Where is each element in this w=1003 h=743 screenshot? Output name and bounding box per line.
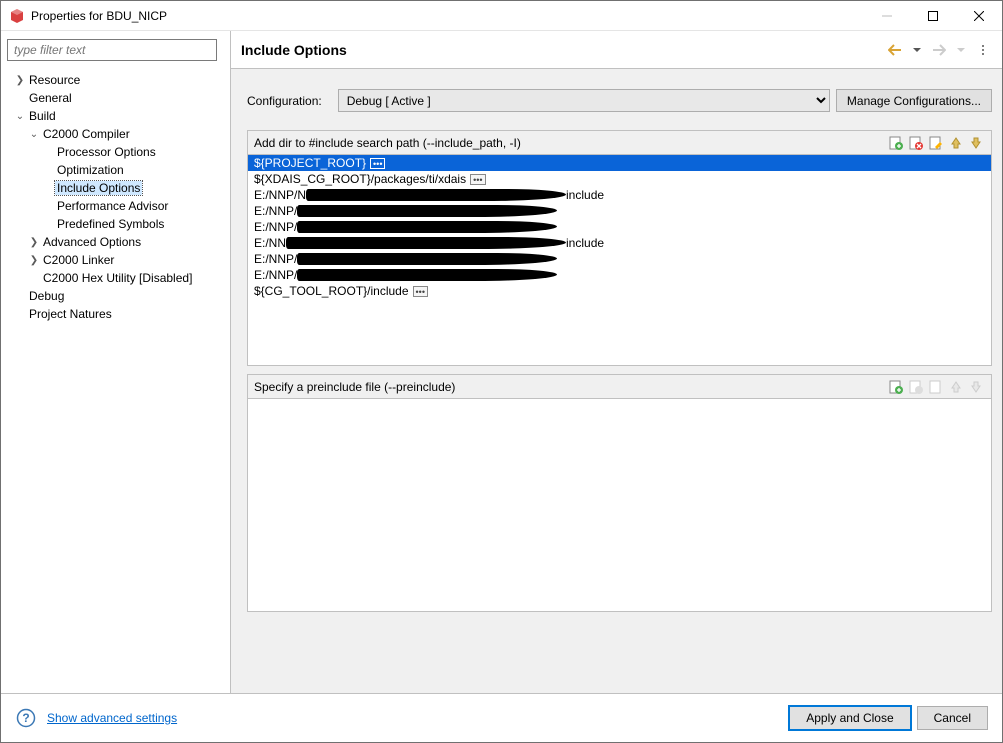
minimize-button[interactable]	[864, 1, 910, 30]
filter-input[interactable]	[7, 39, 217, 61]
tree-c2000-linker[interactable]: ❯C2000 Linker	[7, 251, 224, 269]
tree-include-options[interactable]: Include Options	[7, 179, 224, 197]
chevron-down-icon: ⌄	[30, 129, 38, 140]
tree-performance-advisor[interactable]: Performance Advisor	[7, 197, 224, 215]
tree-build[interactable]: ⌄Build	[7, 107, 224, 125]
manage-configurations-button[interactable]: Manage Configurations...	[836, 89, 992, 112]
tree-advanced-options[interactable]: ❯Advanced Options	[7, 233, 224, 251]
tree-debug[interactable]: Debug	[7, 287, 224, 305]
tree-predefined-symbols[interactable]: Predefined Symbols	[7, 215, 224, 233]
chevron-right-icon: ❯	[30, 255, 38, 266]
tree-general[interactable]: General	[7, 89, 224, 107]
list-item[interactable]: E:/NNP/	[248, 219, 991, 235]
add-button[interactable]	[887, 378, 905, 396]
category-tree: ❯Resource General ⌄Build ⌄C2000 Compiler…	[7, 67, 224, 685]
include-path-list[interactable]: ${PROJECT_ROOT}•••${XDAIS_CG_ROOT}/packa…	[248, 155, 991, 365]
chevron-down-icon: ⌄	[16, 111, 24, 122]
tree-optimization[interactable]: Optimization	[7, 161, 224, 179]
chevron-right-icon: ❯	[30, 237, 38, 248]
list-item[interactable]: ${PROJECT_ROOT}•••	[248, 155, 991, 171]
cancel-button[interactable]: Cancel	[917, 706, 988, 730]
maximize-button[interactable]	[910, 1, 956, 30]
nav-back-button[interactable]	[886, 41, 904, 59]
view-menu-button[interactable]	[974, 41, 992, 59]
tree-resource[interactable]: ❯Resource	[7, 71, 224, 89]
sidebar: ❯Resource General ⌄Build ⌄C2000 Compiler…	[1, 31, 231, 694]
include-path-title: Add dir to #include search path (--inclu…	[254, 136, 887, 150]
tree-processor-options[interactable]: Processor Options	[7, 143, 224, 161]
advanced-settings-link[interactable]: Show advanced settings	[47, 711, 783, 725]
nav-back-menu[interactable]	[908, 41, 926, 59]
list-item[interactable]: E:/NNP/	[248, 203, 991, 219]
nav-forward-button[interactable]	[930, 41, 948, 59]
configuration-select[interactable]: Debug [ Active ]	[338, 89, 830, 112]
titlebar: Properties for BDU_NICP	[1, 1, 1002, 31]
move-down-button[interactable]	[967, 378, 985, 396]
preinclude-title: Specify a preinclude file (--preinclude)	[254, 380, 887, 394]
list-item[interactable]: E:/NNinclude	[248, 235, 991, 251]
edit-button[interactable]	[927, 134, 945, 152]
help-icon[interactable]: ?	[15, 707, 37, 729]
include-path-panel: Add dir to #include search path (--inclu…	[247, 130, 992, 366]
button-bar: ? Show advanced settings Apply and Close…	[1, 694, 1002, 742]
nav-forward-menu[interactable]	[952, 41, 970, 59]
tree-hex-utility[interactable]: C2000 Hex Utility [Disabled]	[7, 269, 224, 287]
list-item[interactable]: ${CG_TOOL_ROOT}/include•••	[248, 283, 991, 299]
edit-button[interactable]	[927, 378, 945, 396]
move-up-button[interactable]	[947, 378, 965, 396]
page-header: Include Options	[231, 31, 1002, 69]
preinclude-list[interactable]	[248, 399, 991, 611]
tree-c2000-compiler[interactable]: ⌄C2000 Compiler	[7, 125, 224, 143]
add-button[interactable]	[887, 134, 905, 152]
move-up-button[interactable]	[947, 134, 965, 152]
tree-project-natures[interactable]: Project Natures	[7, 305, 224, 323]
configuration-label: Configuration:	[247, 94, 322, 108]
list-item[interactable]: E:/NNP/	[248, 267, 991, 283]
list-item[interactable]: E:/NNP/Ninclude	[248, 187, 991, 203]
main-pane: Include Options Configuration: Debug [ A…	[231, 31, 1002, 694]
properties-dialog: Properties for BDU_NICP ❯Resource Genera…	[0, 0, 1003, 743]
close-button[interactable]	[956, 1, 1002, 30]
list-item[interactable]: E:/NNP/	[248, 251, 991, 267]
preinclude-panel: Specify a preinclude file (--preinclude)	[247, 374, 992, 612]
list-item[interactable]: ${XDAIS_CG_ROOT}/packages/ti/xdais•••	[248, 171, 991, 187]
window-title: Properties for BDU_NICP	[31, 9, 864, 23]
app-icon	[9, 8, 25, 24]
apply-close-button[interactable]: Apply and Close	[789, 706, 910, 730]
window-buttons	[864, 1, 1002, 30]
delete-button[interactable]	[907, 378, 925, 396]
configuration-row: Configuration: Debug [ Active ] Manage C…	[247, 79, 992, 130]
move-down-button[interactable]	[967, 134, 985, 152]
page-title: Include Options	[241, 42, 886, 58]
chevron-right-icon: ❯	[16, 75, 24, 86]
delete-button[interactable]	[907, 134, 925, 152]
svg-text:?: ?	[22, 711, 29, 725]
